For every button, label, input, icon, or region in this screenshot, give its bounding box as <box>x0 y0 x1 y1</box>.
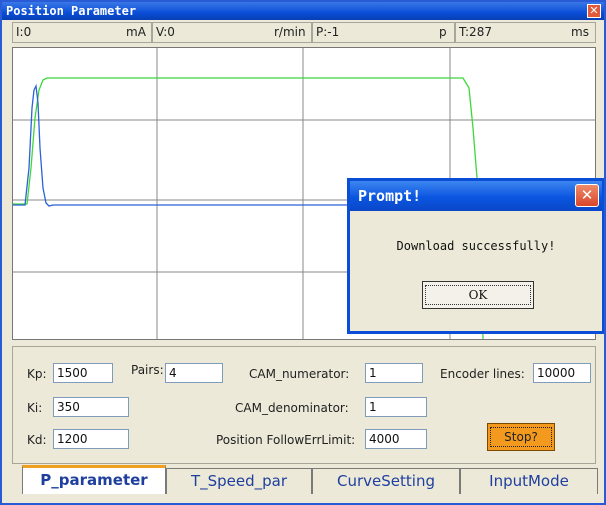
prompt-dialog-titlebar: Prompt! ✕ <box>350 181 602 211</box>
tab-p-parameter[interactable]: P_parameter <box>22 465 166 494</box>
position-readout: P:-1 <box>312 22 455 43</box>
cam-numerator-input[interactable]: 1 <box>365 363 423 383</box>
time-unit: ms <box>571 25 589 39</box>
prompt-dialog: Prompt! ✕ Download successfully! OK <box>347 178 604 334</box>
pairs-label: Pairs: <box>131 363 164 377</box>
position-unit: p <box>439 25 447 39</box>
parameter-panel: Kp: 1500 Ki: 350 Kd: 1200 Pairs: 4 CAM_n… <box>12 346 596 464</box>
ok-button-label: OK <box>425 285 531 305</box>
follow-err-limit-label: Position FollowErrLimit: <box>216 433 356 447</box>
cam-denominator-label: CAM_denominator: <box>235 401 349 415</box>
cam-denominator-input[interactable]: 1 <box>365 397 427 417</box>
kp-label: Kp: <box>27 367 47 381</box>
cam-numerator-label: CAM_numerator: <box>249 367 350 381</box>
position-value: P:-1 <box>316 25 340 39</box>
stop-button[interactable]: Stop? <box>487 423 555 451</box>
dialog-close-icon[interactable]: ✕ <box>575 184 599 207</box>
position-parameter-window: Position Parameter ✕ I:0 mA V:0 r/min P:… <box>0 0 606 505</box>
kd-label: Kd: <box>27 433 47 447</box>
status-bar: I:0 mA V:0 r/min P:-1 p T:287 ms <box>12 22 596 43</box>
current-value: I:0 <box>16 25 32 39</box>
ki-input[interactable]: 350 <box>53 397 129 417</box>
prompt-dialog-title: Prompt! <box>358 187 422 205</box>
close-icon[interactable]: ✕ <box>587 4 601 18</box>
follow-err-limit-input[interactable]: 4000 <box>365 429 427 449</box>
pairs-input[interactable]: 4 <box>165 363 223 383</box>
window-titlebar: Position Parameter ✕ <box>2 2 604 20</box>
current-unit: mA <box>126 25 146 39</box>
kp-input[interactable]: 1500 <box>53 363 113 383</box>
tab-inputmode[interactable]: InputMode <box>460 468 598 494</box>
tab-curvesetting[interactable]: CurveSetting <box>312 468 460 494</box>
ki-label: Ki: <box>27 401 43 415</box>
kd-input[interactable]: 1200 <box>53 429 129 449</box>
encoder-lines-label: Encoder lines: <box>440 367 525 381</box>
window-title: Position Parameter <box>6 4 137 18</box>
tab-strip: P_parameter T_Speed_par CurveSetting Inp… <box>22 465 600 494</box>
prompt-dialog-message: Download successfully! <box>396 239 556 253</box>
series-a-curve <box>13 83 353 207</box>
ok-button[interactable]: OK <box>422 281 534 309</box>
encoder-lines-input[interactable]: 10000 <box>533 363 591 383</box>
velocity-value: V:0 <box>156 25 175 39</box>
velocity-unit: r/min <box>274 25 306 39</box>
stop-button-label: Stop? <box>490 427 552 447</box>
time-value: T:287 <box>459 25 492 39</box>
tab-t-speed-par[interactable]: T_Speed_par <box>166 468 312 494</box>
